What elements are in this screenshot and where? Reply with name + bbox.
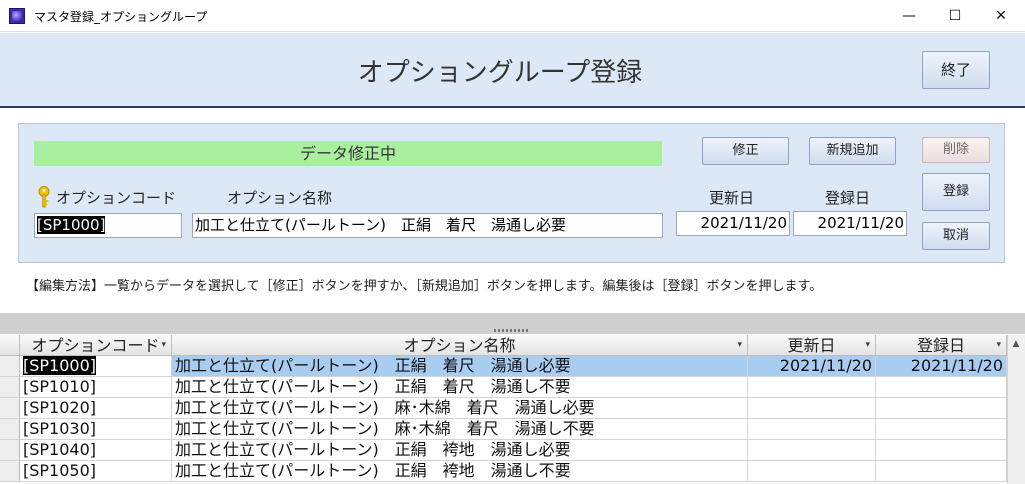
sort-arrow-icon[interactable]: ▾: [865, 335, 870, 356]
code-cell[interactable]: [SP1050]: [20, 461, 172, 482]
column-header-code[interactable]: オプションコード ▾: [20, 335, 172, 356]
add-new-button[interactable]: 新規追加: [809, 137, 896, 165]
name-cell[interactable]: 加工と仕立て(パールトーン) 正絹 着尺 湯通し不要: [172, 377, 748, 398]
row-selector[interactable]: [0, 398, 20, 419]
row-selector[interactable]: [0, 356, 20, 377]
name-cell[interactable]: 加工と仕立て(パールトーン) 正絹 袴地 湯通し不要: [172, 461, 748, 482]
option-code-label: オプションコード: [56, 189, 177, 207]
updated-cell[interactable]: 2021/11/20: [748, 356, 876, 377]
registered-date-field[interactable]: 2021/11/20: [793, 211, 907, 236]
exit-button[interactable]: 終了: [922, 51, 990, 89]
registered-cell[interactable]: 2021/11/20: [876, 356, 1007, 377]
updated-cell[interactable]: [748, 398, 876, 419]
option-code-field[interactable]: [SP1000]: [34, 213, 182, 238]
key-icon: [38, 186, 50, 208]
registered-cell[interactable]: [876, 440, 1007, 461]
scroll-up-icon[interactable]: ▲: [1008, 336, 1024, 352]
cancel-button[interactable]: 取消: [922, 222, 990, 250]
updated-date-field[interactable]: 2021/11/20: [676, 211, 790, 236]
registered-cell[interactable]: [876, 419, 1007, 440]
window-title: マスタ登録_オプショングループ: [34, 10, 208, 24]
instructions-text: 【編集方法】一覧からデータを選択して［修正］ボタンを押すか、［新規追加］ボタンを…: [26, 279, 823, 294]
registered-cell[interactable]: [876, 461, 1007, 482]
code-cell[interactable]: [SP1030]: [20, 419, 172, 440]
code-cell[interactable]: [SP1040]: [20, 440, 172, 461]
option-name-field[interactable]: 加工と仕立て(パールトーン) 正絹 着尺 湯通し必要: [192, 213, 663, 238]
updated-date-label: 更新日: [709, 189, 755, 207]
splitter-grip[interactable]: [494, 329, 530, 332]
edit-button[interactable]: 修正: [702, 137, 789, 165]
minimize-button[interactable]: —: [886, 0, 932, 32]
updated-cell[interactable]: [748, 419, 876, 440]
name-cell[interactable]: 加工と仕立て(パールトーン) 正絹 袴地 湯通し必要: [172, 440, 748, 461]
register-button[interactable]: 登録: [922, 173, 990, 211]
code-cell[interactable]: [SP1020]: [20, 398, 172, 419]
registered-date-label: 登録日: [825, 189, 871, 207]
registered-cell[interactable]: [876, 377, 1007, 398]
row-selector[interactable]: [0, 461, 20, 482]
name-cell[interactable]: 加工と仕立て(パールトーン) 麻･木綿 着尺 湯通し不要: [172, 419, 748, 440]
registered-cell[interactable]: [876, 398, 1007, 419]
option-code-value: [SP1000]: [37, 216, 106, 234]
updated-cell[interactable]: [748, 440, 876, 461]
code-cell[interactable]: [SP1010]: [20, 377, 172, 398]
updated-cell[interactable]: [748, 461, 876, 482]
name-cell[interactable]: 加工と仕立て(パールトーン) 麻･木綿 着尺 湯通し必要: [172, 398, 748, 419]
delete-button[interactable]: 削除: [922, 137, 990, 163]
select-all-corner[interactable]: [0, 335, 20, 356]
row-selector[interactable]: [0, 440, 20, 461]
sort-arrow-icon[interactable]: ▾: [161, 335, 166, 356]
vertical-scrollbar[interactable]: [1007, 335, 1025, 484]
close-button[interactable]: ✕: [978, 0, 1024, 32]
status-badge: データ修正中: [34, 141, 662, 166]
sort-arrow-icon[interactable]: ▾: [737, 335, 742, 356]
page-title: オプショングループ登録: [357, 58, 643, 88]
name-cell[interactable]: 加工と仕立て(パールトーン) 正絹 着尺 湯通し必要: [172, 356, 748, 377]
column-header-updated[interactable]: 更新日 ▾: [748, 335, 876, 356]
column-header-registered[interactable]: 登録日 ▾: [876, 335, 1007, 356]
updated-cell[interactable]: [748, 377, 876, 398]
column-header-name[interactable]: オプション名称 ▾: [172, 335, 748, 356]
sort-arrow-icon[interactable]: ▾: [996, 335, 1001, 356]
code-cell[interactable]: [SP1000]: [20, 356, 172, 377]
row-selector[interactable]: [0, 419, 20, 440]
app-icon[interactable]: [9, 8, 25, 24]
option-name-label: オプション名称: [227, 189, 333, 207]
row-selector[interactable]: [0, 377, 20, 398]
maximize-button[interactable]: ☐: [932, 0, 978, 32]
